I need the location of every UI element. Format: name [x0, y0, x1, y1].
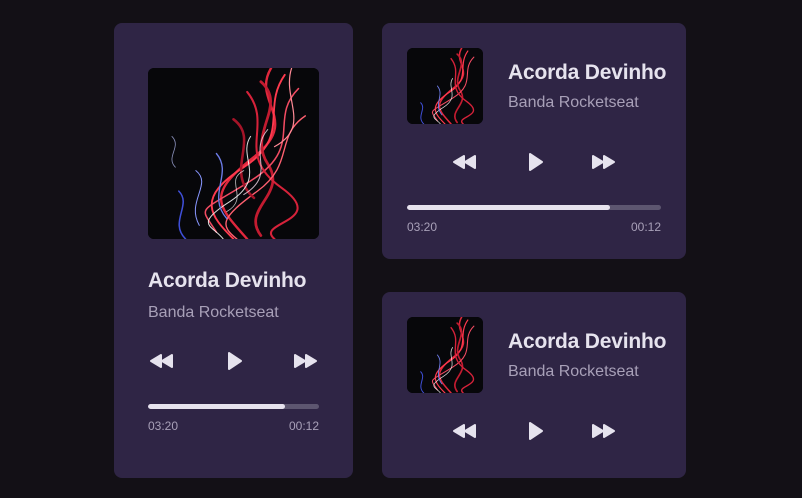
progress-fill: [407, 205, 611, 210]
album-art-light-trails: [407, 317, 483, 393]
rewind-button[interactable]: [148, 351, 176, 371]
current-time: 03:20: [407, 220, 438, 234]
artist-name: Banda Rocketseat: [148, 304, 279, 321]
current-time: 03:20: [148, 419, 179, 433]
end-time: 00:12: [630, 220, 661, 234]
music-player-card-compact: Acorda Devinho Banda Rocketseat 03:20 00…: [382, 23, 686, 259]
track-title: Acorda Devinho: [508, 61, 667, 84]
rewind-icon: [150, 354, 173, 368]
fast-forward-icon: [592, 424, 615, 438]
album-art-light-trails: [148, 68, 319, 239]
album-cover: [407, 48, 483, 124]
play-button[interactable]: [521, 421, 549, 441]
play-icon: [529, 422, 543, 440]
play-icon: [529, 153, 543, 171]
track-title: Acorda Devinho: [508, 330, 667, 353]
album-cover: [148, 68, 319, 239]
rewind-icon: [453, 155, 476, 169]
fast-forward-icon: [592, 155, 615, 169]
play-button[interactable]: [521, 152, 549, 172]
rewind-icon: [453, 424, 476, 438]
fast-forward-button[interactable]: [589, 152, 617, 172]
album-art-light-trails: [407, 48, 483, 124]
progress-bar[interactable]: [148, 404, 319, 409]
end-time: 00:12: [288, 419, 319, 433]
fast-forward-button[interactable]: [589, 421, 617, 441]
play-button[interactable]: [220, 351, 248, 371]
track-title: Acorda Devinho: [148, 269, 307, 292]
progress-bar[interactable]: [407, 205, 661, 210]
album-cover: [407, 317, 483, 393]
rewind-button[interactable]: [451, 152, 479, 172]
progress-fill: [148, 404, 285, 409]
rewind-button[interactable]: [451, 421, 479, 441]
play-icon: [228, 352, 242, 370]
music-player-card-mini: Acorda Devinho Banda Rocketseat: [382, 292, 686, 478]
artist-name: Banda Rocketseat: [508, 94, 639, 111]
fast-forward-button[interactable]: [291, 351, 319, 371]
artist-name: Banda Rocketseat: [508, 363, 639, 380]
music-player-card-large: Acorda Devinho Banda Rocketseat 03:20 00…: [114, 23, 353, 478]
fast-forward-icon: [294, 354, 317, 368]
